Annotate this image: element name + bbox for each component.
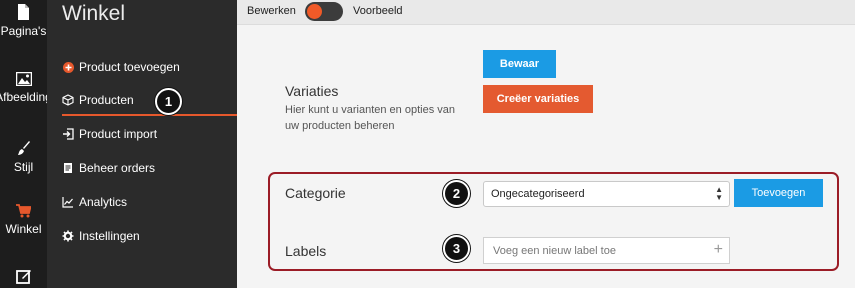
sidebar-item-label: Instellingen — [79, 229, 140, 243]
import-icon — [62, 128, 74, 140]
sidebar-item-products[interactable]: Producten — [62, 89, 134, 111]
icon-rail: Pagina's Afbeelding Stijl Winkel — [0, 0, 52, 288]
rail-item-style[interactable]: Stijl — [0, 140, 47, 174]
brush-icon — [17, 141, 30, 155]
labels-label: Labels — [285, 243, 327, 259]
sidebar-item-product-import[interactable]: Product import — [62, 123, 157, 145]
callout-1: 1 — [155, 88, 182, 115]
callout-2: 2 — [443, 180, 470, 207]
preview-mode-label: Voorbeeld — [353, 5, 403, 17]
box-icon — [62, 94, 74, 106]
sidebar-item-orders[interactable]: Beheer orders — [62, 157, 155, 179]
sidebar-item-label: Beheer orders — [79, 161, 156, 175]
top-bar: Bewerken Voorbeeld — [237, 0, 855, 25]
page-icon — [18, 4, 29, 20]
label-input[interactable]: Voeg een nieuw label toe + — [483, 237, 730, 264]
chart-icon — [62, 196, 74, 208]
edit-preview-toggle[interactable] — [305, 2, 343, 21]
sidebar-item-label: Producten — [79, 93, 134, 107]
active-item-underline — [62, 114, 237, 116]
rail-item-pages[interactable]: Pagina's — [0, 4, 47, 38]
category-selected-value: Ongecategoriseerd — [491, 188, 585, 200]
category-select[interactable]: Ongecategoriseerd ▲ ▼ — [483, 181, 730, 207]
sidebar-title: Winkel — [62, 2, 126, 25]
label-input-placeholder: Voeg een nieuw label toe — [493, 244, 616, 257]
gear-icon — [62, 230, 74, 242]
rail-item-edit[interactable] — [0, 268, 47, 288]
save-button[interactable]: Bewaar — [483, 50, 556, 78]
edit-icon — [15, 270, 31, 284]
select-arrows-icon: ▲ ▼ — [715, 185, 723, 202]
category-label: Categorie — [285, 185, 346, 201]
sidebar-item-label: Product import — [79, 127, 158, 141]
callout-3: 3 — [443, 235, 470, 262]
sidebar-item-settings[interactable]: Instellingen — [62, 225, 140, 247]
rail-label: Afbeelding — [0, 90, 52, 104]
image-icon — [15, 72, 32, 86]
rail-item-shop[interactable]: Winkel — [0, 204, 47, 236]
sidebar-item-analytics[interactable]: Analytics — [62, 191, 127, 213]
toggle-knob — [307, 4, 322, 19]
rail-item-image[interactable]: Afbeelding — [0, 72, 52, 104]
receipt-icon — [62, 162, 74, 174]
shop-sidebar: Winkel Product toevoegen Producten Produ… — [47, 0, 237, 288]
sidebar-item-product-add[interactable]: Product toevoegen — [62, 56, 180, 78]
variations-heading: Variaties — [285, 83, 339, 99]
rail-label: Winkel — [5, 222, 42, 236]
edit-mode-label: Bewerken — [247, 5, 296, 17]
cart-icon — [16, 204, 31, 218]
rail-label: Stijl — [13, 160, 34, 174]
sidebar-item-label: Product toevoegen — [79, 60, 180, 74]
variations-description: Hier kunt u varianten en opties van uw p… — [285, 104, 455, 132]
sidebar-item-label: Analytics — [79, 195, 128, 209]
add-category-button[interactable]: Toevoegen — [734, 179, 823, 207]
plus-circle-icon — [62, 61, 74, 73]
create-variations-button[interactable]: Creëer variaties — [483, 85, 593, 113]
plus-icon[interactable]: + — [714, 241, 723, 259]
rail-label: Pagina's — [0, 24, 47, 38]
